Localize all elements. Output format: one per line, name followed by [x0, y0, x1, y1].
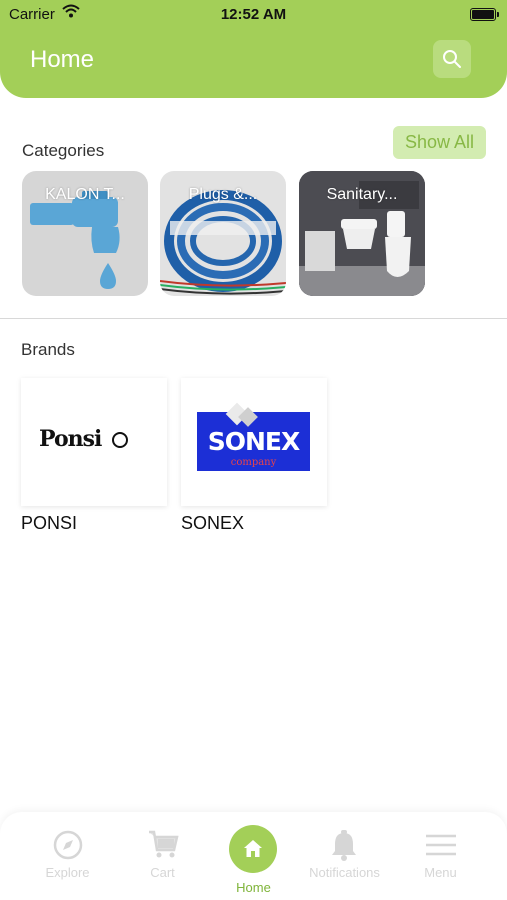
- tab-label: Explore: [45, 865, 90, 880]
- cart-icon: [149, 830, 179, 858]
- search-icon: [443, 50, 461, 68]
- tab-label: Home: [236, 880, 271, 895]
- brand-name-sonex: SONEX: [181, 513, 245, 533]
- home-icon: [244, 840, 262, 857]
- ponsi-logo: Ponsi: [39, 426, 129, 452]
- tab-home[interactable]: Home: [203, 812, 304, 900]
- section-divider: [0, 318, 507, 319]
- compass-icon: [53, 830, 83, 860]
- menu-icon: [426, 834, 456, 856]
- category-label: Plugs &...: [188, 186, 258, 203]
- brand-card-ponsi[interactable]: Ponsi: [21, 378, 167, 506]
- battery-icon: [470, 8, 499, 21]
- sonex-logo-subtext: company: [230, 457, 277, 468]
- brands-title: Brands: [21, 340, 75, 359]
- tab-explore[interactable]: Explore: [17, 812, 118, 900]
- category-label: Sanitary...: [326, 186, 398, 203]
- category-card-kalon[interactable]: KALON T...: [22, 171, 148, 296]
- tab-label: Cart: [150, 865, 175, 880]
- clock: 12:52 AM: [220, 6, 287, 23]
- status-bar: Carrier 12:52 AM: [0, 0, 507, 28]
- category-label: KALON T...: [45, 186, 125, 203]
- sonex-logo-text: SONEX: [207, 427, 301, 456]
- category-card-sanitary[interactable]: Sanitary...: [299, 171, 425, 296]
- tab-menu[interactable]: Menu: [390, 812, 491, 900]
- brand-name-ponsi: PONSI: [21, 513, 78, 533]
- tab-notifications[interactable]: Notifications: [294, 812, 395, 900]
- search-button[interactable]: [433, 40, 471, 78]
- show-all-button[interactable]: Show All: [393, 126, 486, 159]
- page-title: Home: [30, 46, 95, 73]
- categories-title: Categories: [22, 141, 105, 160]
- ponsi-logo-text: Ponsi: [39, 426, 102, 452]
- category-card-plugs[interactable]: Plugs &...: [160, 171, 286, 296]
- app-header: Home: [0, 28, 507, 98]
- tab-label: Notifications: [309, 865, 380, 880]
- home-tab-highlight: [229, 825, 277, 873]
- brand-card-sonex[interactable]: SONEX company: [181, 378, 327, 506]
- bell-icon: [332, 830, 356, 861]
- tab-label: Menu: [424, 865, 457, 880]
- tab-cart[interactable]: Cart: [112, 812, 213, 900]
- sonex-logo: SONEX company: [197, 402, 310, 471]
- tab-bar: Explore Cart Home Notifications Menu: [0, 812, 507, 900]
